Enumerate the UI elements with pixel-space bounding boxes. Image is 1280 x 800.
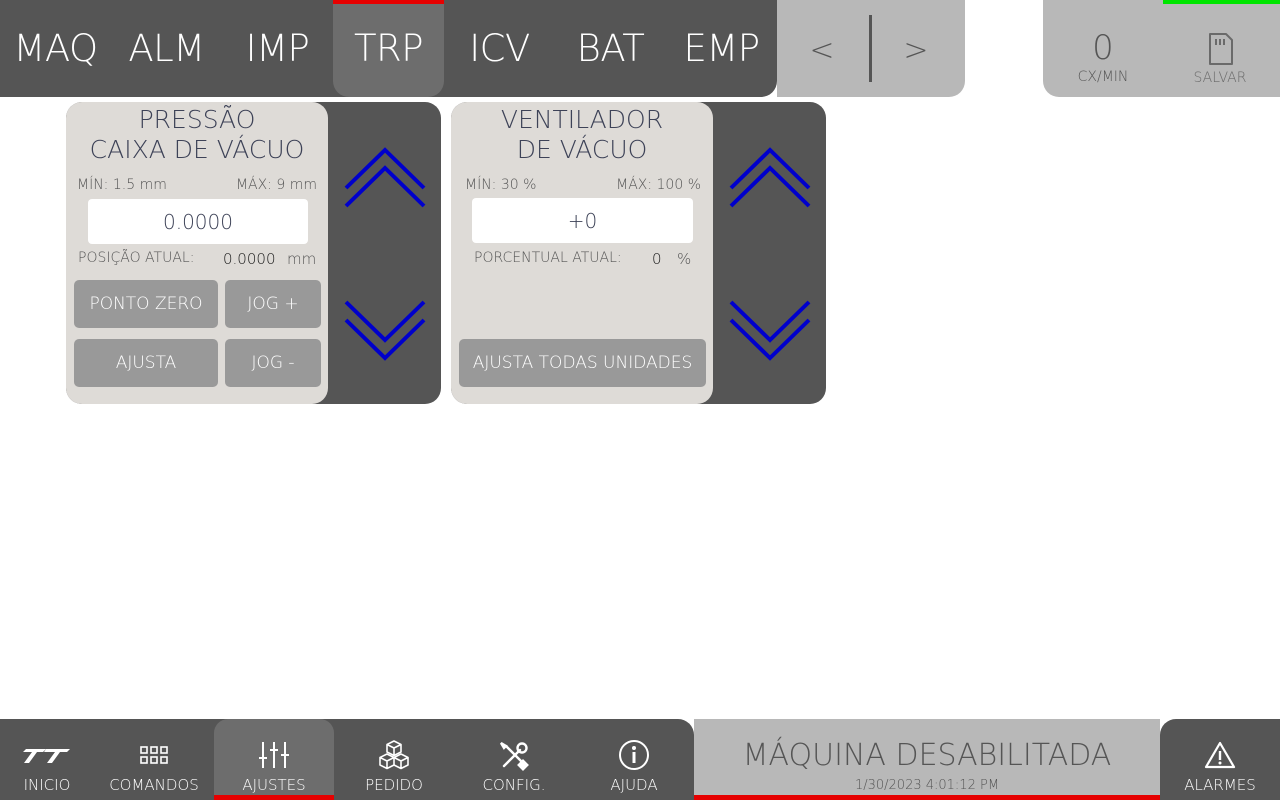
increase-arrow-button[interactable] [340,144,430,224]
tab-trp[interactable]: TRP [333,0,444,97]
vacuum-fan-panel: VENTILADOR DE VÁCUO MÍN: 30 % MÁX: 100 %… [451,102,826,404]
max-limit: MÁX: 9 mm [235,177,317,193]
current-position-unit: mm [287,250,317,268]
tab-pager: < > [777,0,965,97]
bottom-nav-bar: INICIO COMANDOS AJUSTES PEDIDO CONFIG. A… [0,719,694,800]
sd-card-icon [1209,33,1233,65]
increase-arrow-button[interactable] [725,144,815,224]
fan-setpoint-input[interactable]: +0 [472,198,693,243]
adjust-all-units-button[interactable]: AJUSTA TODAS UNIDADES [459,339,706,387]
top-tab-bar: MAQ ALM IMP TRP ICV BAT EMP [0,0,777,97]
machine-status-text: MÁQUINA DESABILITADA [742,738,1112,773]
nav-label: PEDIDO [365,776,423,794]
panel-title: VENTILADOR DE VÁCUO [451,105,713,165]
vacuum-box-pressure-body: PRESSÃO CAIXA DE VÁCUO MÍN: 1.5 mm MÁX: … [66,102,328,404]
current-percent-unit: % [677,250,692,268]
zero-point-button[interactable]: PONTO ZERO [74,280,218,328]
nav-config[interactable]: CONFIG. [454,719,574,800]
production-status-panel: 0 CX/MIN SALVAR [1043,0,1280,97]
nav-label: INICIO [23,776,71,794]
sliders-icon [259,742,289,768]
nav-label: AJUSTES [242,776,306,794]
max-limit: MÁX: 100 % [616,177,701,193]
logo-icon [23,749,70,763]
min-limit: MÍN: 30 % [465,177,537,193]
vacuum-fan-body: VENTILADOR DE VÁCUO MÍN: 30 % MÁX: 100 %… [451,102,713,404]
panel-title-line2: CAIXA DE VÁCUO [89,135,305,164]
alarms-button[interactable]: ALARMES [1160,719,1280,800]
machine-status-panel: MÁQUINA DESABILITADA 1/30/2023 4:01:12 P… [694,719,1160,800]
panel-title-line1: PRESSÃO [138,105,256,134]
panel-title-line2: DE VÁCUO [516,135,648,164]
decrease-arrow-button[interactable] [725,294,815,374]
nav-ajustes[interactable]: AJUSTES [214,719,334,800]
current-percent-value: 0 [652,250,662,268]
jog-plus-button[interactable]: JOG + [225,280,321,328]
boxes-per-minute-label: CX/MIN [1077,69,1129,85]
boxes-icon [379,740,409,770]
grid-icon [140,746,168,764]
tab-icv[interactable]: ICV [444,0,555,97]
nav-ajuda[interactable]: AJUDA [574,719,694,800]
nav-pedido[interactable]: PEDIDO [334,719,454,800]
nav-comandos[interactable]: COMANDOS [94,719,214,800]
previous-page-button[interactable]: < [802,28,842,72]
pager-divider [869,15,872,82]
pressure-setpoint-input[interactable]: 0.0000 [88,199,308,244]
alarms-label: ALARMES [1184,776,1256,794]
tab-emp[interactable]: EMP [666,0,777,97]
current-percent-label: PORCENTUAL ATUAL: [474,250,622,266]
min-limit: MÍN: 1.5 mm [77,177,167,193]
tab-imp[interactable]: IMP [222,0,333,97]
current-position-value: 0.0000 [223,250,276,268]
machine-status-datetime: 1/30/2023 4:01:12 PM [854,778,1000,793]
jog-minus-button[interactable]: JOG - [225,339,321,387]
boxes-per-minute-value: 0 [1092,28,1114,68]
tab-alm[interactable]: ALM [111,0,222,97]
save-label: SALVAR [1193,70,1247,86]
panel-title: PRESSÃO CAIXA DE VÁCUO [66,105,328,165]
nav-inicio[interactable]: INICIO [0,719,94,800]
save-button[interactable]: SALVAR [1180,30,1260,90]
next-page-button[interactable]: > [896,28,936,72]
nav-label: CONFIG. [482,776,546,794]
nav-label: COMANDOS [109,776,199,794]
tools-icon [499,741,529,771]
tab-bat[interactable]: BAT [555,0,666,97]
tab-maq[interactable]: MAQ [0,0,111,97]
nav-label: AJUDA [610,776,658,794]
vacuum-box-pressure-panel: PRESSÃO CAIXA DE VÁCUO MÍN: 1.5 mm MÁX: … [66,102,441,404]
warning-icon [1204,741,1236,769]
panel-title-line1: VENTILADOR [500,105,664,134]
current-position-label: POSIÇÃO ATUAL: [78,250,195,266]
adjust-button[interactable]: AJUSTA [74,339,218,387]
decrease-arrow-button[interactable] [340,294,430,374]
info-icon [619,740,649,770]
